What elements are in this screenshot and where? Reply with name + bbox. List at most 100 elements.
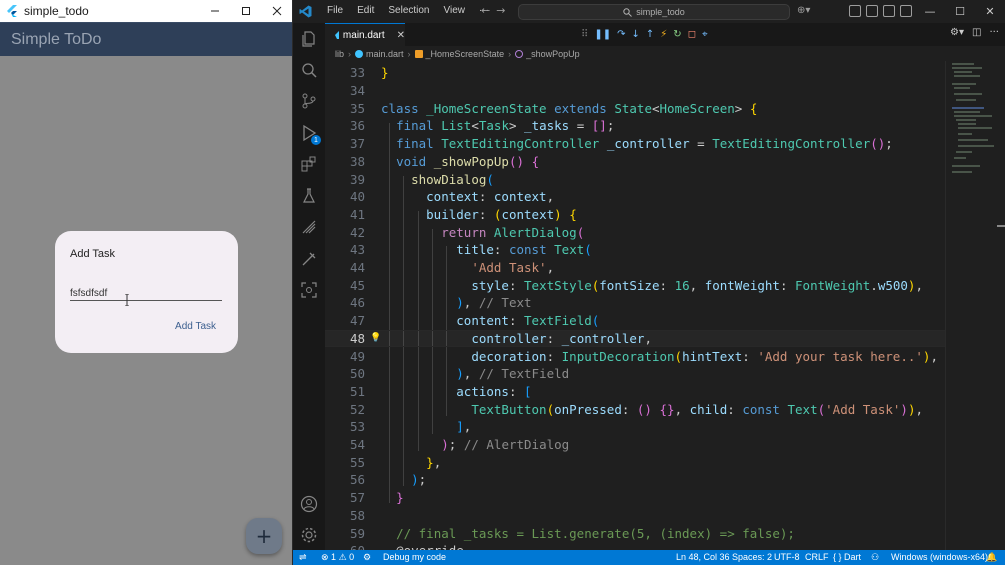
restart-icon[interactable]: ↻ [673, 29, 681, 40]
more-actions-icon[interactable]: ··· [989, 27, 999, 38]
close-button[interactable] [262, 0, 292, 22]
vscode-minimize-button[interactable]: — [915, 0, 945, 23]
manage-gear-icon[interactable] [300, 526, 318, 544]
toggle-primary-sidebar-icon[interactable] [866, 5, 878, 17]
code-line: 50 ), // TextField [349, 366, 570, 382]
task-input-field[interactable] [70, 281, 222, 303]
editor-actions: ⚙▾ ◫ ··· [950, 27, 999, 38]
copilot-icon[interactable]: ⊕▾ [797, 5, 810, 16]
minimap-line [958, 123, 976, 125]
drag-handle-icon[interactable]: ⠿ [581, 29, 588, 40]
indentation[interactable]: Spaces: 2 [732, 552, 772, 562]
menu-edit[interactable]: Edit [350, 5, 381, 16]
chevron-right-icon: › [407, 48, 411, 59]
lightbulb-icon[interactable]: 💡 [370, 333, 381, 343]
tab-main-dart[interactable]: main.dart ✕ [325, 23, 405, 46]
encoding[interactable]: UTF-8 [774, 552, 800, 562]
notifications-bell-icon[interactable]: 🔔 [986, 552, 997, 563]
devtools-icon[interactable]: ⌖ [702, 29, 708, 40]
search-view-icon[interactable] [300, 61, 318, 79]
chevron-right-icon: › [508, 48, 512, 59]
code-line: 58 [349, 507, 365, 523]
app-titlebar: simple_todo [0, 0, 292, 22]
app-window-title: simple_todo [24, 4, 89, 18]
hot-reload-icon[interactable]: ⚡ [660, 29, 667, 40]
cursor-position[interactable]: Ln 48, Col 36 [676, 552, 730, 562]
code-editor[interactable]: 33} 34 35 class _HomeScreenState extends … [325, 61, 945, 550]
menu-bar: File Edit Selection View ··· [320, 5, 496, 16]
add-task-button[interactable]: Add Task [175, 321, 216, 332]
menu-view[interactable]: View [437, 5, 473, 16]
remote-indicator-icon[interactable]: ⇌ [299, 552, 307, 563]
line-ending[interactable]: CRLF [805, 552, 829, 562]
minimap-line [954, 111, 980, 113]
plus-icon: + [255, 524, 273, 548]
run-debug-icon[interactable]: 1 [300, 124, 321, 145]
breadcrumb: lib › main.dart › _HomeScreenState › _sh… [325, 46, 1005, 61]
toggle-secondary-sidebar-icon[interactable] [900, 5, 912, 17]
remote-explorer-icon[interactable] [300, 250, 318, 268]
breadcrumb-file[interactable]: main.dart [366, 49, 404, 59]
maximize-button[interactable] [231, 0, 261, 22]
flutter-devtools-icon[interactable] [300, 218, 318, 236]
minimize-button[interactable] [200, 0, 230, 22]
back-arrow-icon[interactable]: ← [481, 4, 490, 17]
forward-arrow-icon[interactable]: → [496, 4, 505, 17]
source-control-icon[interactable] [300, 92, 318, 110]
breadcrumb-method[interactable]: _showPopUp [526, 49, 580, 59]
minimap[interactable] [945, 61, 1005, 550]
minimap-line [958, 145, 994, 147]
code-line: 57 } [349, 490, 404, 506]
breadcrumb-lib[interactable]: lib [335, 49, 344, 59]
explorer-icon[interactable] [300, 30, 318, 48]
toggle-panel-icon[interactable] [883, 5, 895, 17]
vscode-window: File Edit Selection View ··· ← → simple_… [293, 0, 1005, 565]
run-config-icon[interactable]: ⚙▾ [950, 27, 964, 38]
stop-icon[interactable]: ◻ [688, 29, 696, 40]
minimap-line [958, 127, 992, 129]
status-bar: ⇌ ⊗ 1 ⚠ 0 ⚙ Debug my code Ln 48, Col 36 … [293, 550, 1005, 565]
step-over-icon[interactable]: ↷ [617, 29, 625, 40]
task-input[interactable] [70, 284, 222, 303]
vscode-close-button[interactable]: ✕ [975, 0, 1005, 23]
command-center-search[interactable]: simple_todo [518, 4, 790, 20]
close-icon [272, 6, 282, 16]
minimap-line [952, 63, 974, 65]
testing-flask-icon[interactable] [300, 187, 318, 205]
flutter-device-icon[interactable]: ⚇ [871, 552, 879, 563]
extensions-icon[interactable] [300, 155, 318, 173]
minimap-line [952, 107, 984, 109]
code-line: 37 final TextEditingController _controll… [349, 136, 893, 152]
customize-layout-icon[interactable] [849, 5, 861, 17]
pause-icon[interactable]: ❚❚ [594, 29, 611, 40]
menu-selection[interactable]: Selection [381, 5, 436, 16]
dialog-title: Add Task [70, 248, 116, 260]
minimap-line [954, 157, 966, 159]
add-fab-button[interactable]: + [246, 518, 282, 554]
vscode-logo-icon [299, 5, 312, 18]
screen-capture-icon[interactable] [300, 281, 318, 299]
code-line: 51 actions: [ [349, 383, 532, 399]
breadcrumb-class[interactable]: _HomeScreenState [426, 49, 505, 59]
device-selector[interactable]: Windows (windows-x64) [891, 552, 988, 562]
vscode-maximize-button[interactable]: ☐ [945, 0, 975, 23]
code-line: 35 class _HomeScreenState extends State<H… [349, 100, 758, 116]
minimap-line [952, 67, 982, 69]
step-out-icon[interactable]: ↑ [646, 29, 654, 40]
problems-indicator[interactable]: ⊗ 1 ⚠ 0 [321, 552, 354, 563]
scrollbar-indicator[interactable] [997, 225, 1005, 227]
debug-badge: 1 [311, 135, 321, 145]
step-into-icon[interactable]: ↓ [631, 29, 639, 40]
minimap-line [956, 151, 972, 153]
language-mode[interactable]: { } Dart [833, 552, 861, 562]
add-task-dialog: Add Task Add Task [55, 231, 238, 353]
tab-close-icon[interactable]: ✕ [397, 30, 405, 41]
debug-config-label[interactable]: Debug my code [383, 552, 446, 562]
debug-launch-icon[interactable]: ⚙ [363, 552, 371, 563]
accounts-icon[interactable] [300, 495, 318, 513]
split-editor-icon[interactable]: ◫ [972, 27, 981, 38]
menu-file[interactable]: File [320, 5, 350, 16]
code-line: 39 showDialog( [349, 171, 494, 187]
minimap-line [954, 93, 982, 95]
code-line: 41 builder: (context) { [349, 206, 577, 222]
